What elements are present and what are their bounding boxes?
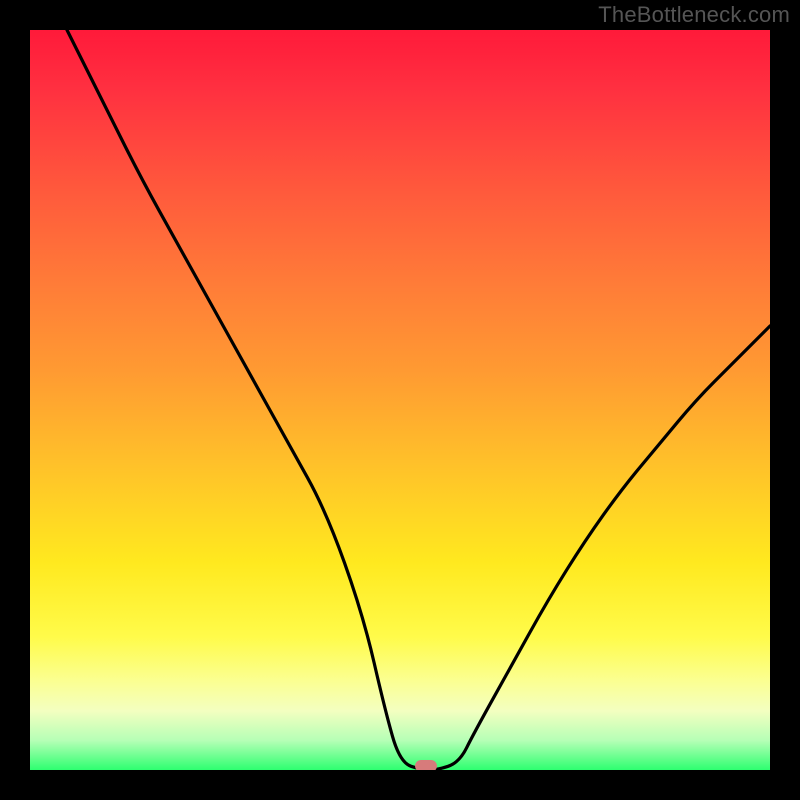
chart-frame: TheBottleneck.com (0, 0, 800, 800)
watermark-label: TheBottleneck.com (598, 2, 790, 28)
bottleneck-curve (30, 30, 770, 770)
plot-area (30, 30, 770, 770)
optimal-point-marker (415, 760, 437, 770)
